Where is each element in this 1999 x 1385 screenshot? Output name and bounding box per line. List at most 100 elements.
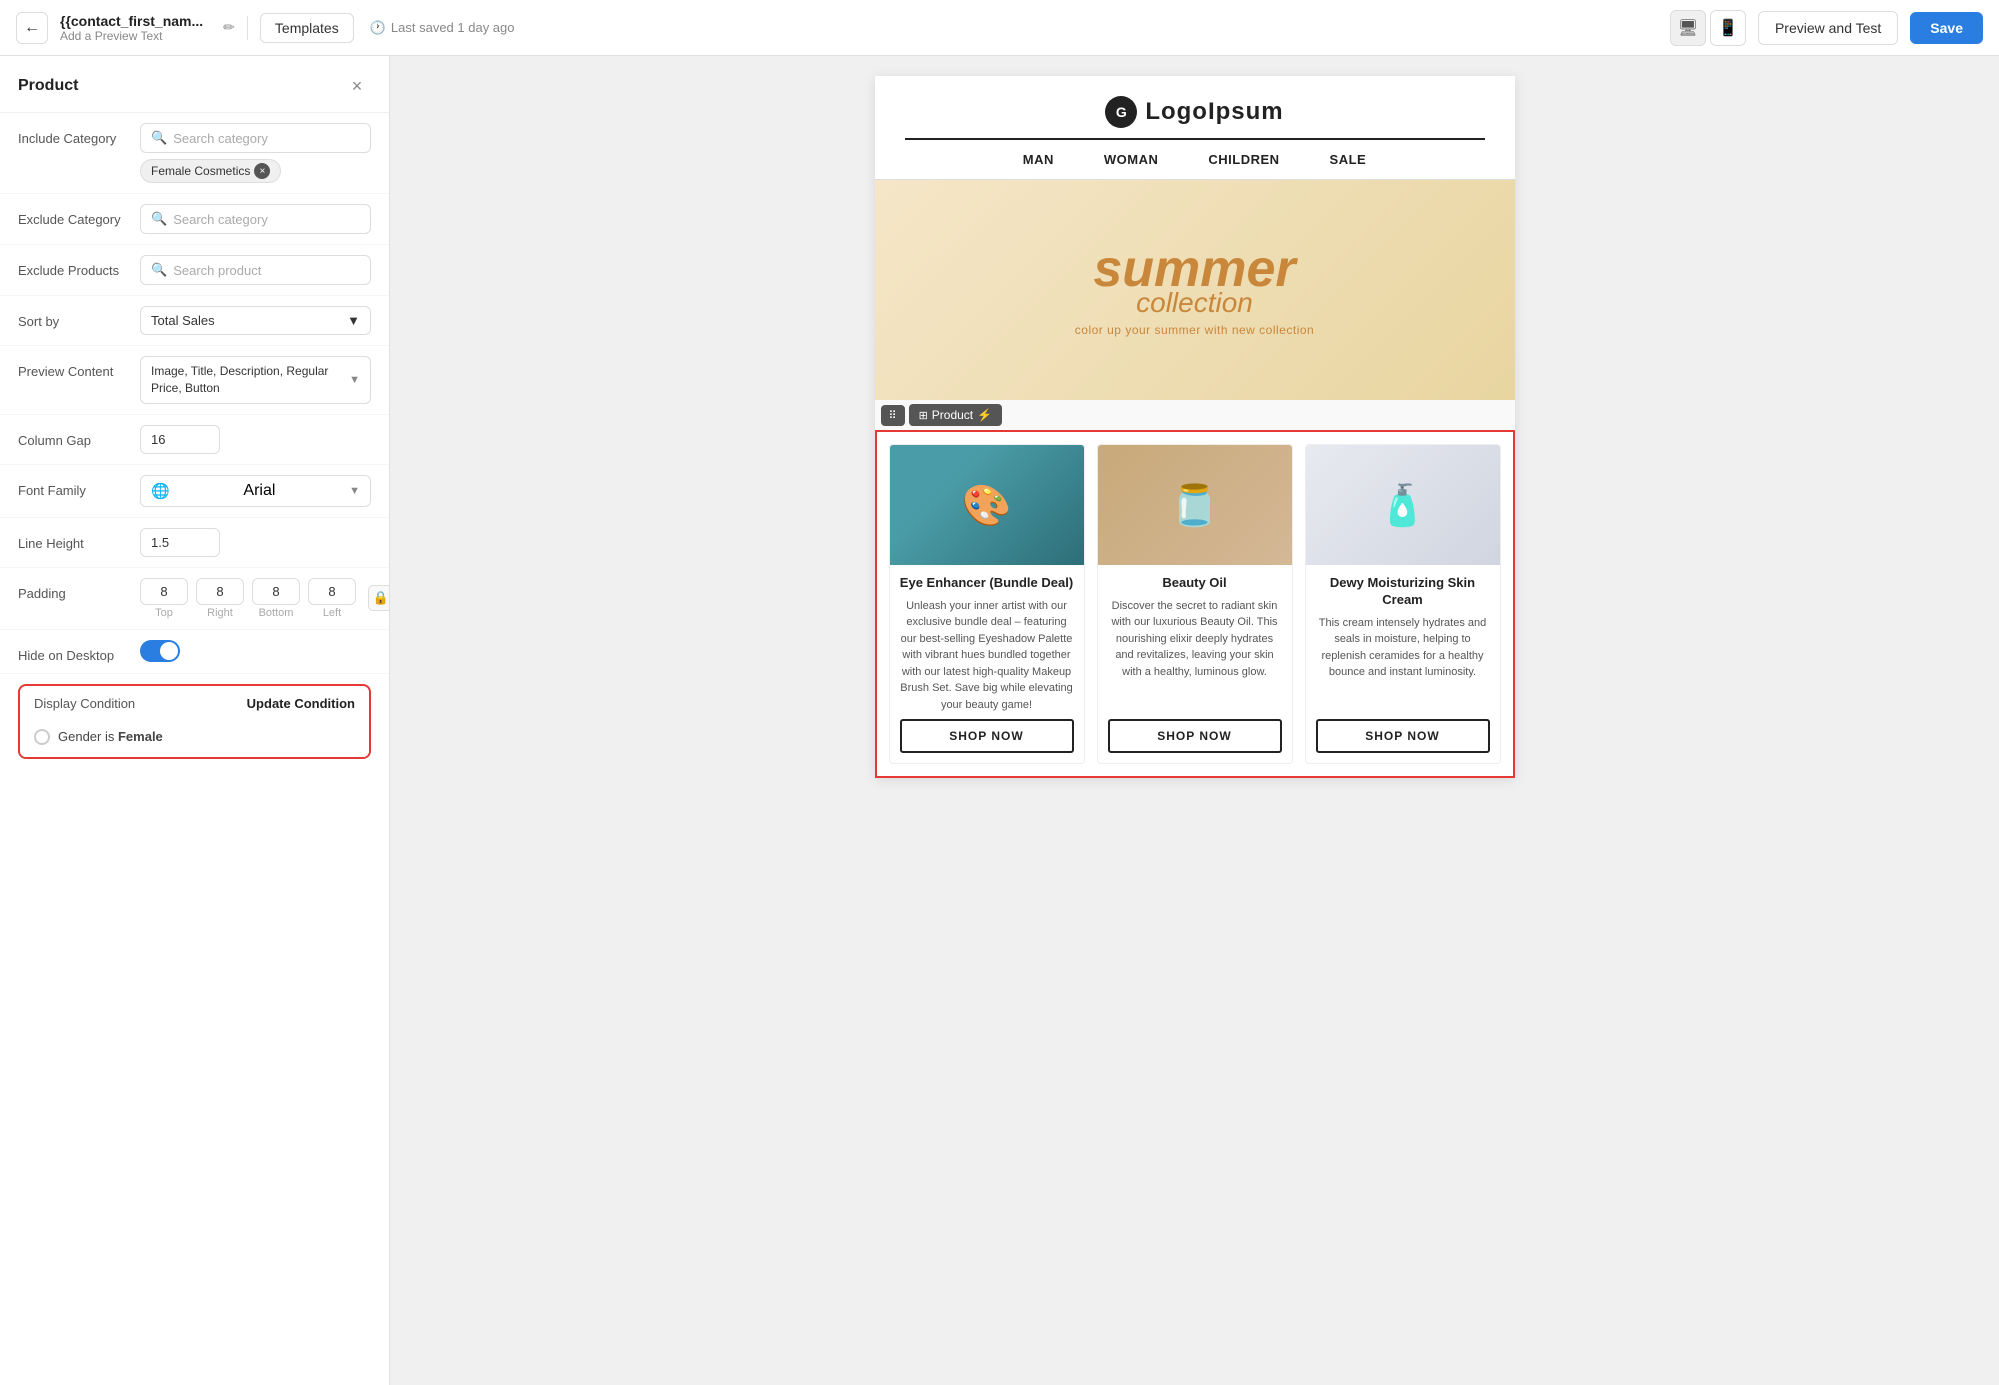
sidebar-close-button[interactable]: × [343, 72, 371, 100]
column-gap-input[interactable] [140, 425, 220, 454]
display-condition-header: Display Condition Update Condition [20, 686, 369, 721]
line-height-input[interactable] [140, 528, 220, 557]
product-img-eye: 🎨 [890, 445, 1084, 565]
sort-by-content: Total Sales ▼ [140, 306, 371, 335]
product-image-1: 🎨 [890, 445, 1084, 565]
padding-left-input[interactable] [308, 578, 356, 605]
search-icon-2: 🔍 [151, 211, 167, 227]
nav-item-man: MAN [1023, 152, 1054, 167]
padding-right-label: Right [207, 607, 233, 619]
email-logo-area: G LogoIpsum [905, 76, 1485, 140]
product-shop-button-3[interactable]: SHOP NOW [1316, 719, 1490, 753]
font-family-select[interactable]: 🌐 Arial ▼ [140, 475, 371, 507]
toggle-track[interactable] [140, 640, 180, 662]
chevron-down-icon-3: ▼ [349, 485, 360, 497]
product-name-2: Beauty Oil [1108, 575, 1282, 592]
topbar: ← {{contact_first_nam... Add a Preview T… [0, 0, 1999, 56]
product-shop-button-1[interactable]: SHOP NOW [900, 719, 1074, 753]
exclude-category-placeholder: Search category [173, 212, 268, 227]
padding-left-label: Left [323, 607, 341, 619]
sort-by-value: Total Sales [151, 313, 215, 328]
toggle-knob [160, 642, 178, 660]
desktop-device-button[interactable]: 🖥 [1670, 10, 1706, 46]
product-body-1: Eye Enhancer (Bundle Deal) Unleash your … [890, 565, 1084, 763]
product-desc-2: Discover the secret to radiant skin with… [1108, 598, 1282, 681]
hide-on-desktop-label: Hide on Desktop [18, 640, 128, 663]
include-category-content: 🔍 Search category Female Cosmetics × [140, 123, 371, 183]
padding-top-input[interactable] [140, 578, 188, 605]
font-family-row: Font Family 🌐 Arial ▼ [0, 465, 389, 518]
product-desc-3: This cream intensely hydrates and seals … [1316, 615, 1490, 681]
category-tags: Female Cosmetics × [140, 159, 371, 183]
canvas-area: G LogoIpsum MAN WOMAN CHILDREN SALE summ… [390, 56, 1999, 1385]
padding-top-group: Top [140, 578, 188, 619]
grid-icon: ⊞ [919, 409, 928, 422]
exclude-category-search[interactable]: 🔍 Search category [140, 204, 371, 234]
tag-remove-button[interactable]: × [254, 163, 270, 179]
nav-item-sale: SALE [1330, 152, 1367, 167]
line-height-label: Line Height [18, 528, 128, 551]
logo-name: LogoIpsum [1145, 98, 1283, 126]
page-title: {{contact_first_nam... [60, 13, 203, 29]
page-subtitle: Add a Preview Text [60, 29, 203, 43]
email-banner: summer collection color up your summer w… [875, 180, 1515, 400]
condition-radio[interactable] [34, 729, 50, 745]
sort-by-select[interactable]: Total Sales ▼ [140, 306, 371, 335]
title-area: {{contact_first_nam... Add a Preview Tex… [60, 13, 203, 43]
saved-status: 🕐 Last saved 1 day ago [370, 20, 515, 36]
back-button[interactable]: ← [16, 12, 48, 44]
nav-item-children: CHILDREN [1208, 152, 1279, 167]
sidebar: Product × Include Category 🔍 Search cate… [0, 56, 390, 1385]
padding-bottom-label: Bottom [259, 607, 294, 619]
product-toolbar-button[interactable]: ⊞ Product ⚡ [909, 404, 1003, 426]
padding-right-input[interactable] [196, 578, 244, 605]
product-shop-button-2[interactable]: SHOP NOW [1108, 719, 1282, 753]
padding-left-group: Left [308, 578, 356, 619]
include-category-label: Include Category [18, 123, 128, 146]
save-button[interactable]: Save [1910, 12, 1983, 44]
display-condition-box: Display Condition Update Condition Gende… [18, 684, 371, 759]
device-group: 🖥 📱 [1670, 10, 1746, 46]
templates-button[interactable]: Templates [260, 13, 354, 43]
exclude-products-placeholder: Search product [173, 263, 261, 278]
saved-text: Last saved 1 day ago [391, 20, 515, 35]
main-layout: Product × Include Category 🔍 Search cate… [0, 56, 1999, 1385]
column-gap-content [140, 425, 371, 454]
padding-content: Top Right Bottom Left 🔒 [140, 578, 390, 619]
padding-bottom-input[interactable] [252, 578, 300, 605]
hide-on-desktop-content [140, 640, 371, 662]
product-card-1: 🎨 Eye Enhancer (Bundle Deal) Unleash you… [889, 444, 1085, 764]
padding-bottom-group: Bottom [252, 578, 300, 619]
include-category-placeholder: Search category [173, 131, 268, 146]
product-body-3: Dewy Moisturizing Skin Cream This cream … [1306, 565, 1500, 763]
preview-content-select[interactable]: Image, Title, Description, Regular Price… [140, 356, 371, 404]
exclude-category-label: Exclude Category [18, 204, 128, 227]
edit-icon[interactable]: ✏ [223, 19, 235, 36]
mobile-device-button[interactable]: 📱 [1710, 10, 1746, 46]
exclude-products-row: Exclude Products 🔍 Search product [0, 245, 389, 296]
chevron-down-icon: ▼ [347, 313, 360, 328]
exclude-category-content: 🔍 Search category [140, 204, 371, 234]
banner-text: summer collection color up your summer w… [1075, 243, 1314, 337]
include-category-search[interactable]: 🔍 Search category [140, 123, 371, 153]
update-condition-button[interactable]: Update Condition [247, 696, 355, 711]
lightning-icon: ⚡ [977, 408, 992, 422]
eye-palette-icon: 🎨 [962, 482, 1012, 529]
drag-handle-button[interactable]: ⠿ [881, 405, 905, 426]
product-image-2: 🫙 [1098, 445, 1292, 565]
hide-on-desktop-toggle[interactable] [140, 640, 371, 662]
hide-on-desktop-row: Hide on Desktop [0, 630, 389, 674]
exclude-category-row: Exclude Category 🔍 Search category [0, 194, 389, 245]
product-body-2: Beauty Oil Discover the secret to radian… [1098, 565, 1292, 763]
exclude-products-content: 🔍 Search product [140, 255, 371, 285]
sidebar-header: Product × [0, 56, 389, 113]
font-family-content: 🌐 Arial ▼ [140, 475, 371, 507]
tag-label: Female Cosmetics [151, 164, 250, 178]
exclude-products-search[interactable]: 🔍 Search product [140, 255, 371, 285]
email-frame: G LogoIpsum MAN WOMAN CHILDREN SALE summ… [875, 76, 1515, 778]
cream-bottle-icon: 🧴 [1378, 482, 1428, 529]
preview-and-test-button[interactable]: Preview and Test [1758, 11, 1898, 45]
padding-lock-button[interactable]: 🔒 [368, 585, 390, 611]
product-grid: 🎨 Eye Enhancer (Bundle Deal) Unleash you… [881, 436, 1509, 772]
padding-inputs: Top Right Bottom Left 🔒 [140, 578, 390, 619]
